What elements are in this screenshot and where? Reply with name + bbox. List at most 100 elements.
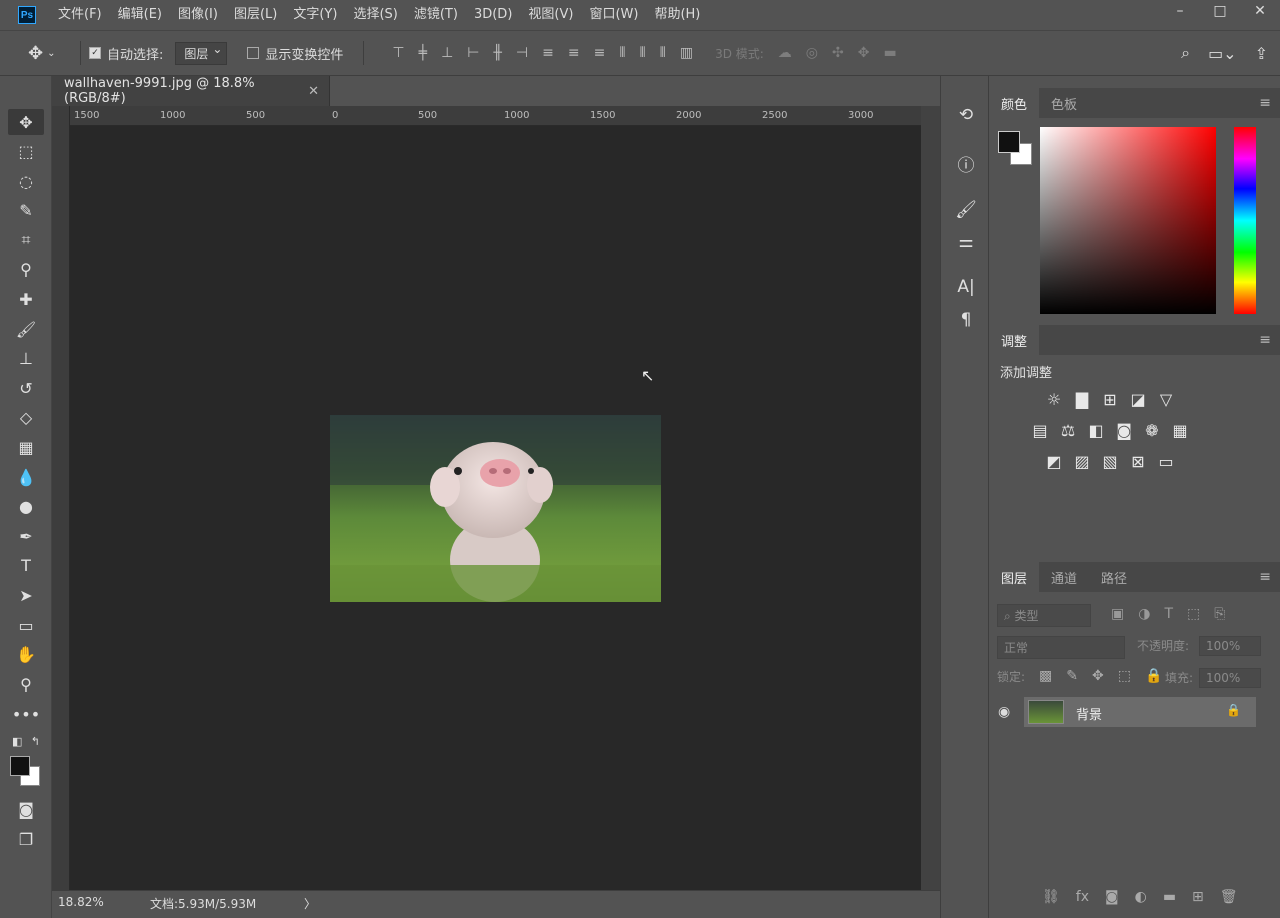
menu-type[interactable]: 文字(Y) [285,0,345,30]
marquee-tool-icon[interactable]: ⬚ [8,138,44,164]
auto-select-dropdown[interactable]: 图层 [175,41,228,65]
pen-tool-icon[interactable]: ✒ [8,523,44,549]
layer-style-icon[interactable]: fx [1076,889,1089,905]
align-hcenter-icon[interactable]: ╫ [493,45,501,61]
lock-transparent-icon[interactable]: ▩ [1039,668,1052,684]
align-right-icon[interactable]: ⊣ [516,45,528,61]
lock-position-icon[interactable]: ✥ [1092,668,1104,684]
3d-roll-icon[interactable]: ◎ [806,45,818,61]
exposure-icon[interactable]: ◪ [1129,390,1147,409]
color-balance-icon[interactable]: ⚖ [1059,421,1077,440]
close-document-icon[interactable]: ✕ [308,84,319,99]
minimize-button[interactable]: – [1160,0,1200,22]
tab-layers[interactable]: 图层 [989,562,1040,592]
filter-type-icon[interactable]: T [1164,606,1173,622]
history-panel-icon[interactable]: ⟲ [951,102,981,128]
threshold-icon[interactable]: ▧ [1101,452,1119,471]
curves-icon[interactable]: ⊞ [1101,390,1119,409]
delete-layer-icon[interactable]: 🗑 [1220,889,1238,905]
document-tab[interactable]: wallhaven-9991.jpg @ 18.8%(RGB/8#) ✕ [52,76,330,106]
distribute-bottom-icon[interactable]: ≡ [594,45,606,61]
menu-image[interactable]: 图像(I) [170,0,226,30]
info-panel-icon[interactable]: ⓘ [951,150,981,176]
share-icon[interactable]: ⇪ [1255,44,1268,63]
brightness-icon[interactable]: ☼ [1045,390,1063,409]
paragraph-panel-icon[interactable]: ¶ [951,307,981,333]
tab-swatches[interactable]: 色板 [1039,88,1089,118]
3d-pan-icon[interactable]: ✣ [832,45,844,61]
selective-color-icon[interactable]: ⊠ [1129,452,1147,471]
screen-mode-icon[interactable]: ❐ [8,826,44,852]
brush-tool-icon[interactable]: 🖌 [8,316,44,342]
black-white-icon[interactable]: ◧ [1087,421,1105,440]
align-top-icon[interactable]: ⊤ [392,45,404,61]
distribute-vcenter-icon[interactable]: ≡ [568,45,580,61]
opacity-input[interactable]: 100% [1199,636,1261,656]
tab-adjustments[interactable]: 调整 [989,325,1040,355]
properties-icon[interactable]: ⚌ [951,229,981,255]
maximize-button[interactable]: □ [1200,0,1240,22]
vibrance-icon[interactable]: ▽ [1157,390,1175,409]
lock-all-icon[interactable]: 🔒 [1145,668,1162,684]
zoom-tool-icon[interactable]: ⚲ [8,671,44,697]
menu-edit[interactable]: 编辑(E) [110,0,170,30]
tab-channels[interactable]: 通道 [1039,562,1089,592]
visibility-eye-icon[interactable]: ◉ [998,704,1010,720]
rectangle-tool-icon[interactable]: ▭ [8,612,44,638]
3d-orbit-icon[interactable]: ☁ [778,45,792,61]
move-tool-preset-icon[interactable]: ✥ ⌄ [28,43,72,64]
distribute-top-icon[interactable]: ≡ [542,45,554,61]
menu-filter[interactable]: 滤镜(T) [406,0,466,30]
history-brush-tool-icon[interactable]: ↺ [8,375,44,401]
tab-color[interactable]: 颜色 [989,88,1040,118]
new-layer-icon[interactable]: ⊞ [1192,889,1204,905]
blend-mode-select[interactable]: 正常 [997,636,1125,659]
3d-camera-icon[interactable]: ▬ [883,45,896,61]
panel-menu-icon[interactable]: ≡ [1259,562,1271,592]
menu-file[interactable]: 文件(F) [50,0,110,30]
3d-slide-icon[interactable]: ✥ [858,45,870,61]
dodge-tool-icon[interactable]: ● [8,493,44,519]
layer-filter-select[interactable]: ⌕ 类型 [997,604,1091,627]
move-tool-icon[interactable]: ✥ [8,109,44,135]
foreground-color-chip-top[interactable] [998,131,1020,153]
gradient-tool-icon[interactable]: ▦ [8,434,44,460]
clone-stamp-tool-icon[interactable]: ⊥ [8,345,44,371]
show-transform-checkbox[interactable]: 显示变换控件 [247,44,343,63]
menu-layer[interactable]: 图层(L) [226,0,285,30]
gradient-map-icon[interactable]: ▭ [1157,452,1175,471]
distribute-hcenter-icon[interactable]: ⦀ [639,45,645,61]
brush-settings-icon[interactable]: 🖌 [951,197,981,223]
align-vcenter-icon[interactable]: ╪ [419,45,427,61]
new-group-icon[interactable]: ▬ [1163,889,1176,905]
workspace-icon[interactable]: ▭⌄ [1208,44,1237,63]
healing-brush-tool-icon[interactable]: ✚ [8,286,44,312]
menu-window[interactable]: 窗口(W) [581,0,646,30]
auto-select-checkbox[interactable]: ✓ 自动选择: [89,44,163,63]
hand-tool-icon[interactable]: ✋ [8,641,44,667]
channel-mixer-icon[interactable]: ❁ [1143,421,1161,440]
distribute-right-icon[interactable]: ⦀ [660,45,666,61]
photo-filter-icon[interactable]: ◙ [1115,421,1133,440]
color-field[interactable] [1040,127,1216,314]
filter-smart-icon[interactable]: ⎘ [1214,606,1225,622]
zoom-level[interactable]: 18.82% [58,895,104,909]
vertical-scrollbar[interactable] [921,106,940,890]
menu-help[interactable]: 帮助(H) [646,0,708,30]
link-layers-icon[interactable]: ⛓ [1042,889,1060,905]
hue-saturation-icon[interactable]: ▤ [1031,421,1049,440]
close-window-button[interactable]: ✕ [1240,0,1280,22]
foreground-color-swatch[interactable] [10,756,30,776]
new-adjustment-icon[interactable]: ◐ [1135,889,1147,905]
blur-tool-icon[interactable]: 💧 [8,464,44,490]
filter-pixel-icon[interactable]: ▣ [1111,606,1124,622]
swap-colors-icon[interactable]: ◧ ↰ [8,732,44,750]
quick-select-tool-icon[interactable]: ✎ [8,197,44,223]
more-tools-icon[interactable]: ••• [8,701,44,727]
panel-menu-icon[interactable]: ≡ [1259,88,1271,118]
layer-row[interactable]: 背景 🔒 [1024,697,1256,727]
character-panel-icon[interactable]: A| [951,274,981,300]
auto-align-icon[interactable]: ▥ [680,45,693,61]
lock-image-icon[interactable]: ✎ [1066,668,1078,684]
add-mask-icon[interactable]: ◙ [1105,889,1119,905]
